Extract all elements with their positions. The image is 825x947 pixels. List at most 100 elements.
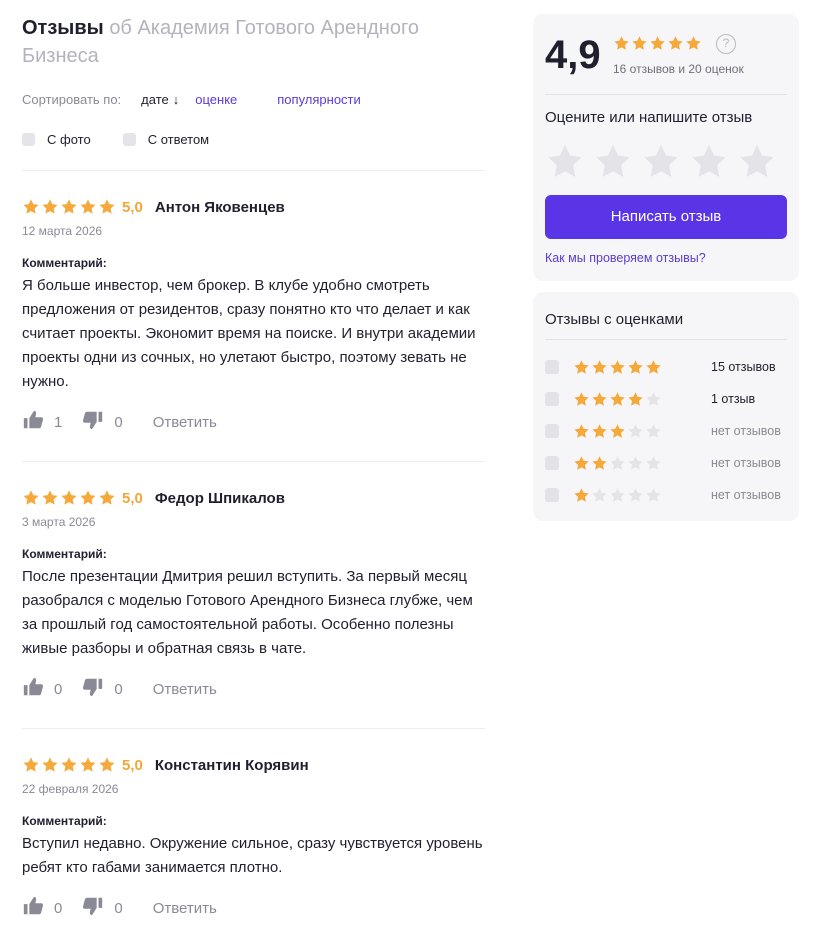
- star-icon: [610, 359, 625, 374]
- sort-by-popularity[interactable]: популярности: [277, 92, 361, 107]
- star-icon: [42, 199, 58, 214]
- sort-by-rating[interactable]: оценке: [195, 92, 237, 107]
- like-button[interactable]: 0: [22, 676, 62, 702]
- star-icon: [646, 359, 661, 374]
- star-icon: [668, 36, 683, 50]
- reply-button[interactable]: Ответить: [153, 681, 217, 698]
- star-icon: [610, 487, 625, 502]
- help-icon[interactable]: ?: [716, 34, 736, 54]
- star-icon[interactable]: [737, 142, 777, 182]
- star-icon: [592, 391, 607, 406]
- checkbox[interactable]: [22, 133, 35, 146]
- like-button[interactable]: 0: [22, 895, 62, 921]
- star-icon: [574, 359, 589, 374]
- rating-stars: [573, 455, 662, 472]
- distribution-row-2[interactable]: нет отзывов: [545, 454, 787, 472]
- dislike-count: 0: [114, 680, 123, 698]
- distribution-count: 1 отзыв: [711, 392, 756, 406]
- review-date: 22 февраля 2026: [22, 782, 119, 796]
- write-review-button[interactable]: Написать отзыв: [545, 195, 787, 239]
- review-text: Вступил недавно. Окружение сильное, сраз…: [22, 835, 483, 876]
- reply-button[interactable]: Ответить: [153, 900, 217, 917]
- star-icon: [23, 757, 39, 772]
- filter-with-photo[interactable]: С фото: [22, 132, 91, 147]
- rate-star-2[interactable]: [593, 142, 633, 182]
- star-icon: [574, 487, 589, 502]
- rate-stars-input[interactable]: [545, 142, 777, 182]
- star-icon: [592, 487, 607, 502]
- star-icon[interactable]: [545, 142, 585, 182]
- thumbs-down-icon: [82, 895, 104, 921]
- rating-stars: [22, 198, 116, 216]
- star-icon: [574, 455, 589, 470]
- star-icon: [628, 391, 643, 406]
- sort-by-date-label: дате: [141, 92, 169, 107]
- arrow-down-icon: ↓: [172, 92, 180, 107]
- reply-button[interactable]: Ответить: [153, 414, 217, 431]
- star-icon: [23, 199, 39, 214]
- how-we-check-link[interactable]: Как мы проверяем отзывы?: [545, 251, 706, 265]
- review-author: Федор Шпикалов: [154, 489, 285, 507]
- review-author: Константин Корявин: [154, 756, 309, 774]
- filters: С фото С ответом: [22, 132, 209, 147]
- star-icon: [628, 487, 643, 502]
- review-date: 12 марта 2026: [22, 224, 103, 238]
- average-rating-stars: [613, 35, 702, 52]
- star-icon: [628, 455, 643, 470]
- divider: [545, 339, 787, 340]
- star-icon: [592, 455, 607, 470]
- star-icon: [686, 36, 701, 50]
- rating-distribution-card: Отзывы с оценками 15 отзывов 1 отзыв нет…: [533, 292, 799, 521]
- comment-label: Комментарий:: [22, 814, 107, 828]
- sort-by-date[interactable]: дате ↓: [141, 92, 179, 107]
- star-icon[interactable]: [593, 142, 633, 182]
- checkbox[interactable]: [122, 133, 136, 146]
- dislike-button[interactable]: 0: [82, 895, 123, 921]
- rate-star-1[interactable]: [545, 142, 585, 182]
- review-date: 3 марта 2026: [22, 515, 96, 529]
- star-icon: [610, 423, 625, 438]
- star-icon: [80, 490, 96, 505]
- distribution-count: нет отзывов: [711, 488, 781, 502]
- distribution-count: 15 отзывов: [711, 360, 776, 374]
- distribution-row-3[interactable]: нет отзывов: [545, 422, 787, 440]
- reviews-column: Отзывы об Академия Готового Арендного Би…: [22, 14, 485, 917]
- like-button[interactable]: 1: [22, 409, 62, 435]
- star-icon: [99, 757, 115, 772]
- dislike-button[interactable]: 0: [82, 409, 123, 435]
- distribution-row-5[interactable]: 15 отзывов: [545, 358, 787, 376]
- like-count: 0: [54, 680, 63, 698]
- review-score: 5,0: [122, 198, 143, 216]
- checkbox[interactable]: [545, 456, 559, 470]
- checkbox[interactable]: [545, 488, 559, 502]
- rating-stars: [573, 423, 662, 440]
- rate-star-4[interactable]: [689, 142, 729, 182]
- review-count: 16 отзывов и 20 оценок: [613, 62, 744, 76]
- rate-star-5[interactable]: [737, 142, 777, 182]
- distribution-count: нет отзывов: [711, 424, 781, 438]
- checkbox[interactable]: [545, 360, 559, 374]
- star-icon: [632, 36, 647, 50]
- star-icon: [592, 423, 607, 438]
- star-icon[interactable]: [689, 142, 729, 182]
- divider: [545, 94, 787, 95]
- filter-with-reply[interactable]: С ответом: [122, 132, 209, 147]
- dislike-button[interactable]: 0: [82, 676, 123, 702]
- star-icon[interactable]: [641, 142, 681, 182]
- thumbs-up-icon: [22, 895, 44, 921]
- sort-bar: Сортировать по: дате ↓ оценке популярнос…: [22, 92, 361, 107]
- star-icon: [61, 490, 77, 505]
- star-icon: [592, 359, 607, 374]
- review-actions: 0 0 Ответить: [22, 676, 485, 702]
- checkbox[interactable]: [545, 424, 559, 438]
- distribution-row-4[interactable]: 1 отзыв: [545, 390, 787, 408]
- review-actions: 1 0 Ответить: [22, 409, 485, 435]
- star-icon: [574, 423, 589, 438]
- rate-star-3[interactable]: [641, 142, 681, 182]
- divider: [22, 728, 485, 729]
- checkbox[interactable]: [545, 392, 559, 406]
- rate-title: Оцените или напишите отзыв: [545, 109, 753, 126]
- review-score: 5,0: [122, 756, 143, 774]
- distribution-row-1[interactable]: нет отзывов: [545, 486, 787, 504]
- review-item: 5,0 Антон Яковенцев 12 марта 2026 Коммен…: [22, 196, 485, 435]
